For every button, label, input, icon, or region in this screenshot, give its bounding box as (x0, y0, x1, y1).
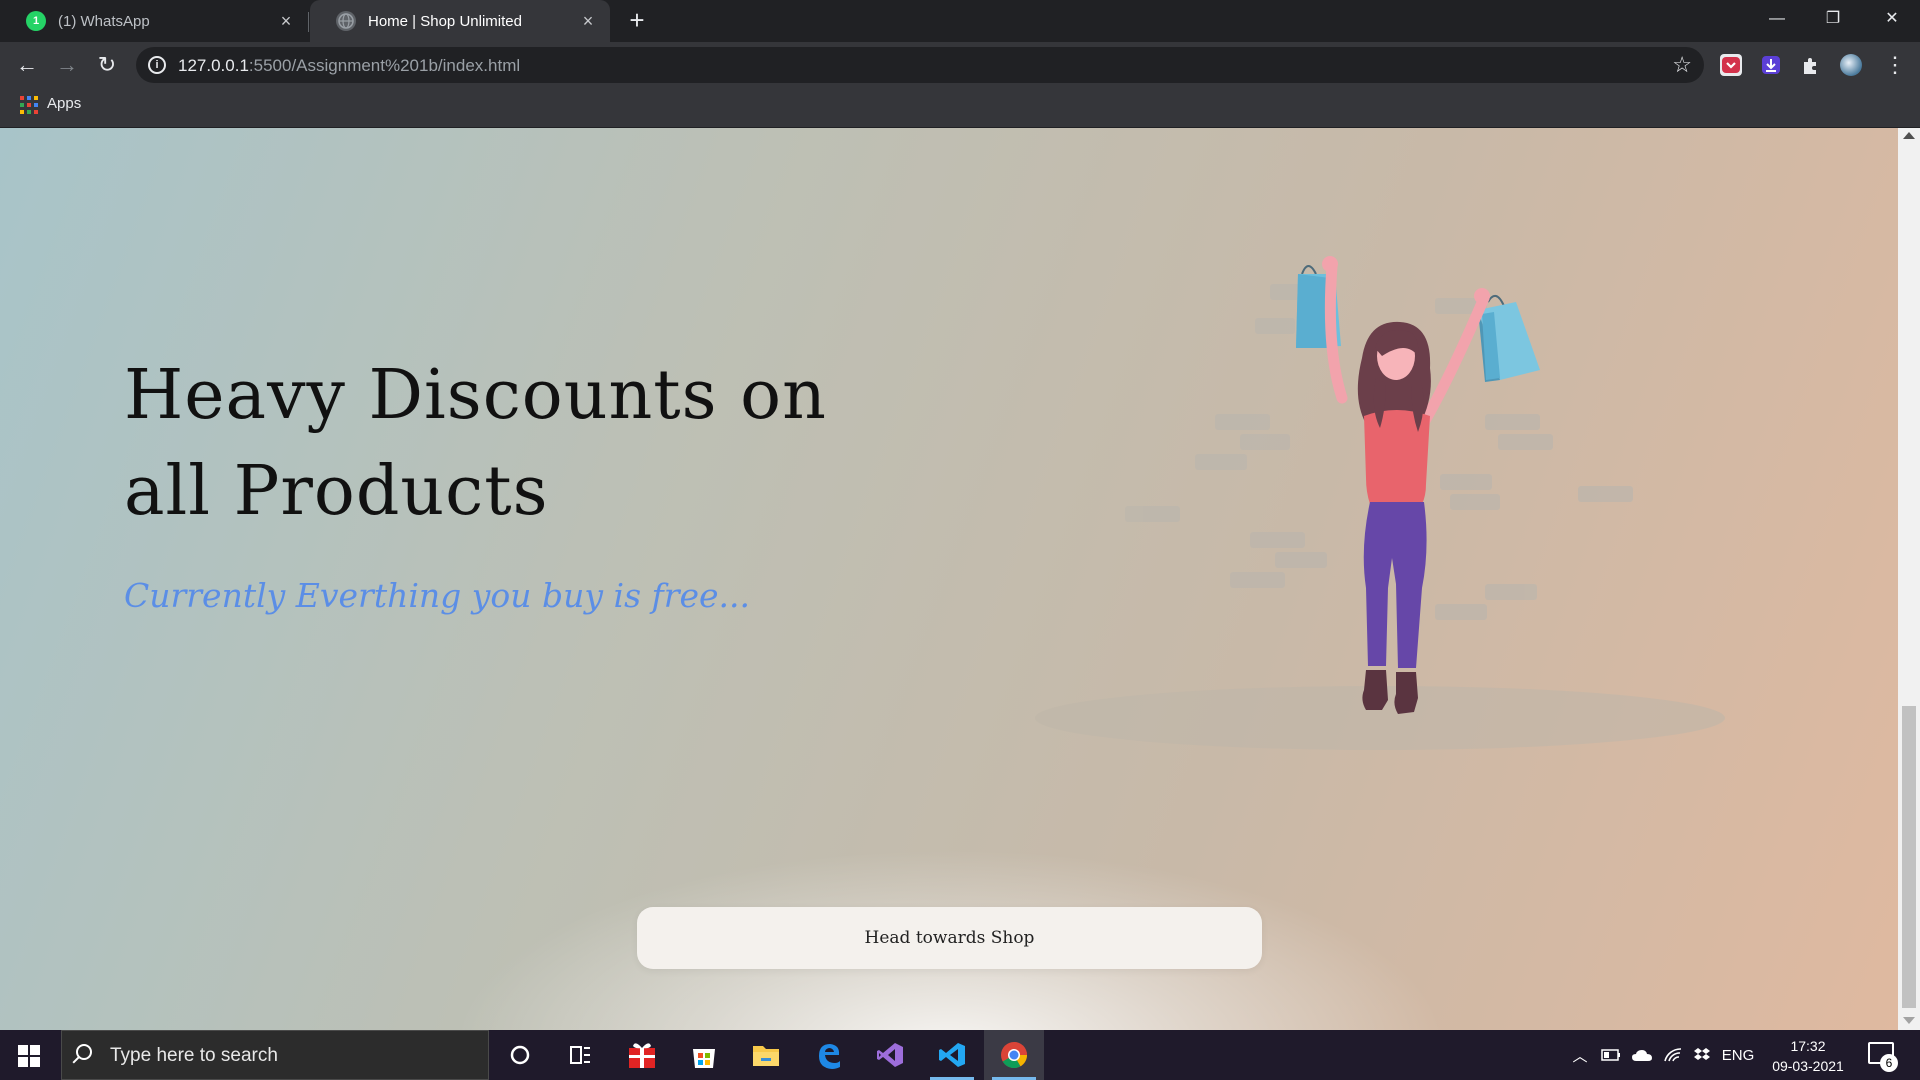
task-view-icon[interactable] (550, 1030, 610, 1080)
chrome-icon[interactable] (984, 1030, 1044, 1080)
scroll-down-arrow-icon[interactable] (1903, 1017, 1915, 1024)
shopping-woman-illustration (1035, 256, 1725, 750)
page-viewport: Heavy Discounts on all Products Currentl… (0, 128, 1898, 1030)
hero-title: Heavy Discounts on all Products (124, 356, 827, 531)
show-hidden-icons-chevron-icon[interactable]: ︿ (1568, 1030, 1592, 1080)
file-explorer-icon[interactable] (736, 1030, 796, 1080)
tab-title: Home | Shop Unlimited (368, 12, 522, 30)
head-towards-shop-button[interactable]: Head towards Shop (637, 907, 1262, 969)
apps-grid-icon[interactable] (20, 96, 38, 114)
scrollbar-thumb[interactable] (1902, 706, 1916, 1008)
extensions-puzzle-icon[interactable] (1800, 54, 1822, 76)
notification-count-badge: 6 (1880, 1054, 1898, 1072)
windows-taskbar: Type here to search ︿ ENG 17:32 09-03-20… (0, 1030, 1920, 1080)
close-tab-icon[interactable]: × (578, 11, 598, 31)
cortana-icon[interactable] (490, 1030, 550, 1080)
tab-title: (1) WhatsApp (58, 12, 150, 30)
dropbox-icon[interactable] (1690, 1030, 1714, 1080)
bookmarks-bar (0, 88, 1920, 128)
minimize-button[interactable]: — (1749, 0, 1805, 40)
menu-kebab-icon[interactable]: ⋮ (1880, 50, 1910, 80)
forward-arrow-icon[interactable]: → (52, 50, 82, 80)
onedrive-cloud-icon[interactable] (1628, 1030, 1656, 1080)
profile-avatar[interactable] (1840, 54, 1862, 76)
bookmark-star-icon[interactable]: ☆ (1672, 52, 1692, 78)
tab-separator (308, 12, 309, 32)
address-bar[interactable]: i 127.0.0.1:5500/Assignment%201b/index.h… (136, 47, 1704, 83)
download-extension-icon[interactable] (1760, 54, 1782, 76)
globe-icon (336, 11, 356, 31)
page-scrollbar[interactable] (1898, 128, 1920, 1030)
search-icon (76, 1044, 92, 1060)
gift-app-icon[interactable] (612, 1030, 672, 1080)
tab-shop-unlimited[interactable]: Home | Shop Unlimited × (310, 0, 610, 42)
edge-icon[interactable] (798, 1030, 858, 1080)
tab-whatsapp[interactable]: 1 (1) WhatsApp × (0, 0, 308, 42)
scroll-up-arrow-icon[interactable] (1903, 132, 1915, 139)
windows-start-icon[interactable] (18, 1045, 40, 1067)
url-text[interactable]: 127.0.0.1:5500/Assignment%201b/index.htm… (178, 56, 520, 76)
apps-bookmark[interactable]: Apps (47, 95, 81, 112)
reload-icon[interactable]: ↻ (92, 50, 122, 80)
browser-toolbar: ← → ↻ i 127.0.0.1:5500/Assignment%201b/i… (0, 42, 1920, 88)
close-tab-icon[interactable]: × (276, 11, 296, 31)
clock-time: 17:32 (1790, 1038, 1826, 1054)
hero-subtitle: Currently Everthing you buy is free... (124, 576, 751, 615)
pocket-extension-icon[interactable] (1720, 54, 1742, 76)
close-window-button[interactable]: ✕ (1864, 0, 1920, 40)
search-placeholder: Type here to search (110, 1045, 278, 1066)
clock-date: 09-03-2021 (1772, 1058, 1844, 1074)
language-indicator[interactable]: ENG (1718, 1030, 1758, 1080)
vscode-icon[interactable] (922, 1030, 982, 1080)
site-info-icon[interactable]: i (148, 56, 166, 74)
whatsapp-icon: 1 (26, 11, 46, 31)
wifi-icon[interactable] (1660, 1030, 1686, 1080)
visual-studio-icon[interactable] (860, 1030, 920, 1080)
new-tab-button[interactable]: + (624, 7, 650, 34)
battery-icon[interactable] (1598, 1030, 1624, 1080)
taskbar-clock[interactable]: 17:32 09-03-2021 (1758, 1036, 1858, 1076)
taskbar-search-box[interactable]: Type here to search (61, 1030, 489, 1080)
tab-strip: 1 (1) WhatsApp × Home | Shop Unlimited ×… (0, 0, 1920, 42)
back-arrow-icon[interactable]: ← (12, 50, 42, 80)
restore-button[interactable]: ❐ (1805, 0, 1861, 40)
microsoft-store-icon[interactable] (674, 1030, 734, 1080)
